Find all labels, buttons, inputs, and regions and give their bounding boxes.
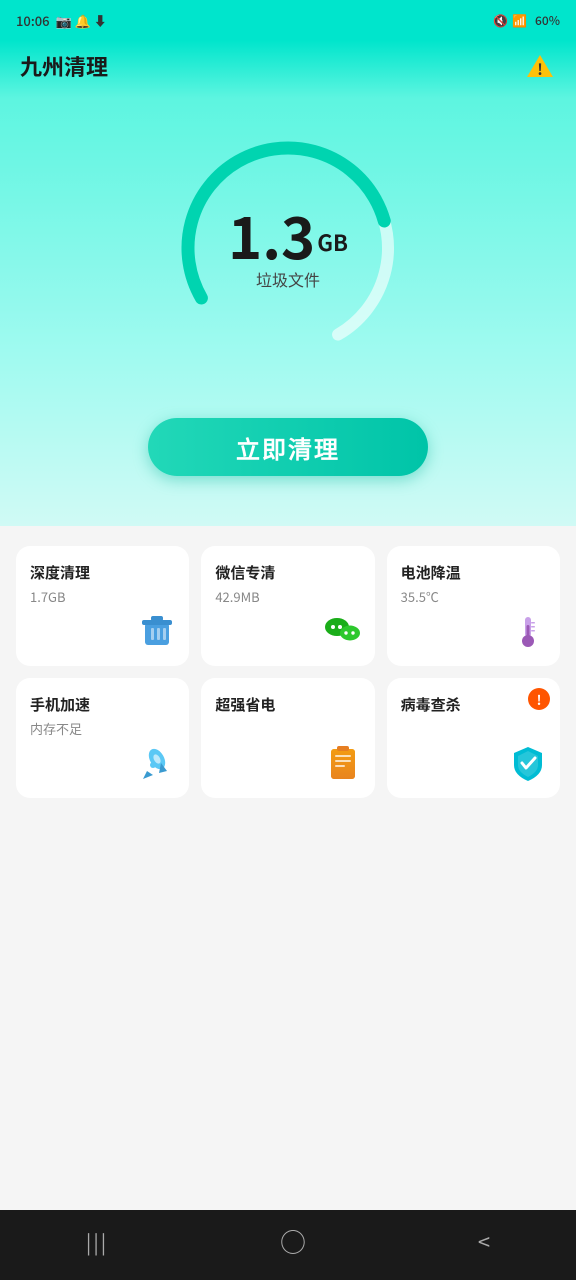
wechat-svg bbox=[323, 611, 363, 651]
card-boost-subtitle: 内存不足 bbox=[30, 719, 175, 738]
card-battery-subtitle: 35.5℃ bbox=[401, 587, 546, 606]
rocket-icon bbox=[137, 743, 177, 786]
card-power-title: 超强省电 bbox=[215, 694, 360, 715]
status-left: 10:06 📷 🔔 ⬇ bbox=[16, 11, 107, 30]
battery-level: 60% bbox=[535, 12, 560, 29]
card-wechat-clean[interactable]: 微信专清 42.9MB bbox=[201, 546, 374, 666]
card-phone-boost[interactable]: 手机加速 内存不足 bbox=[16, 678, 189, 798]
main-top-area: 1.3 GB 垃圾文件 立即清理 bbox=[0, 98, 576, 526]
app-header: 九州清理 ! bbox=[0, 40, 576, 98]
nav-back[interactable]: < bbox=[458, 1217, 510, 1265]
card-wechat-subtitle: 42.9MB bbox=[215, 587, 360, 606]
status-time: 10:06 bbox=[16, 11, 50, 30]
gauge-unit: GB bbox=[317, 231, 348, 253]
power-save-icon bbox=[323, 743, 363, 786]
gauge-center: 1.3 GB 垃圾文件 bbox=[228, 205, 348, 291]
gauge-number: 1.3 bbox=[228, 205, 315, 263]
nav-recent[interactable]: ||| bbox=[66, 1219, 128, 1264]
wechat-icon bbox=[323, 611, 363, 654]
gauge-value-row: 1.3 GB bbox=[228, 205, 348, 263]
warning-svg: ! bbox=[526, 52, 554, 80]
cards-section: 深度清理 1.7GB 微信专清 42.9MB bbox=[0, 526, 576, 1014]
thermometer-icon bbox=[508, 611, 548, 654]
card-battery-cool[interactable]: 电池降温 35.5℃ bbox=[387, 546, 560, 666]
svg-text:!: ! bbox=[537, 59, 543, 80]
clean-button[interactable]: 立即清理 bbox=[148, 418, 428, 476]
card-boost-title: 手机加速 bbox=[30, 694, 175, 715]
trash-icon-svg bbox=[137, 611, 177, 651]
wifi-icon: 📶 bbox=[512, 12, 527, 29]
shield-icon bbox=[508, 743, 548, 786]
power-svg bbox=[323, 743, 363, 783]
card-battery-title: 电池降温 bbox=[401, 562, 546, 583]
card-virus-scan[interactable]: 病毒查杀 ! bbox=[387, 678, 560, 798]
thermometer-svg bbox=[508, 611, 548, 651]
card-deep-clean-title: 深度清理 bbox=[30, 562, 175, 583]
app-title: 九州清理 bbox=[20, 50, 108, 82]
virus-badge: ! bbox=[528, 688, 550, 710]
status-bar: 10:06 📷 🔔 ⬇ 🔇 📶 60% bbox=[0, 0, 576, 40]
bottom-nav: ||| ○ < bbox=[0, 1210, 576, 1280]
status-icons: 📷 🔔 ⬇ bbox=[56, 11, 107, 30]
warning-icon[interactable]: ! bbox=[524, 50, 556, 82]
shield-svg bbox=[508, 743, 548, 783]
nav-home[interactable]: ○ bbox=[260, 1215, 326, 1268]
card-deep-clean-subtitle: 1.7GB bbox=[30, 587, 175, 606]
status-right: 🔇 📶 60% bbox=[493, 12, 560, 29]
spacer bbox=[0, 1014, 576, 1210]
card-virus-title: 病毒查杀 bbox=[401, 694, 546, 715]
rocket-svg bbox=[137, 743, 177, 783]
mute-icon: 🔇 bbox=[493, 12, 508, 29]
cards-grid: 深度清理 1.7GB 微信专清 42.9MB bbox=[16, 546, 560, 798]
gauge-container: 1.3 GB 垃圾文件 bbox=[168, 128, 408, 368]
deep-clean-icon bbox=[137, 611, 177, 654]
gauge-label: 垃圾文件 bbox=[256, 267, 320, 291]
card-power-save[interactable]: 超强省电 bbox=[201, 678, 374, 798]
card-wechat-title: 微信专清 bbox=[215, 562, 360, 583]
card-deep-clean[interactable]: 深度清理 1.7GB bbox=[16, 546, 189, 666]
